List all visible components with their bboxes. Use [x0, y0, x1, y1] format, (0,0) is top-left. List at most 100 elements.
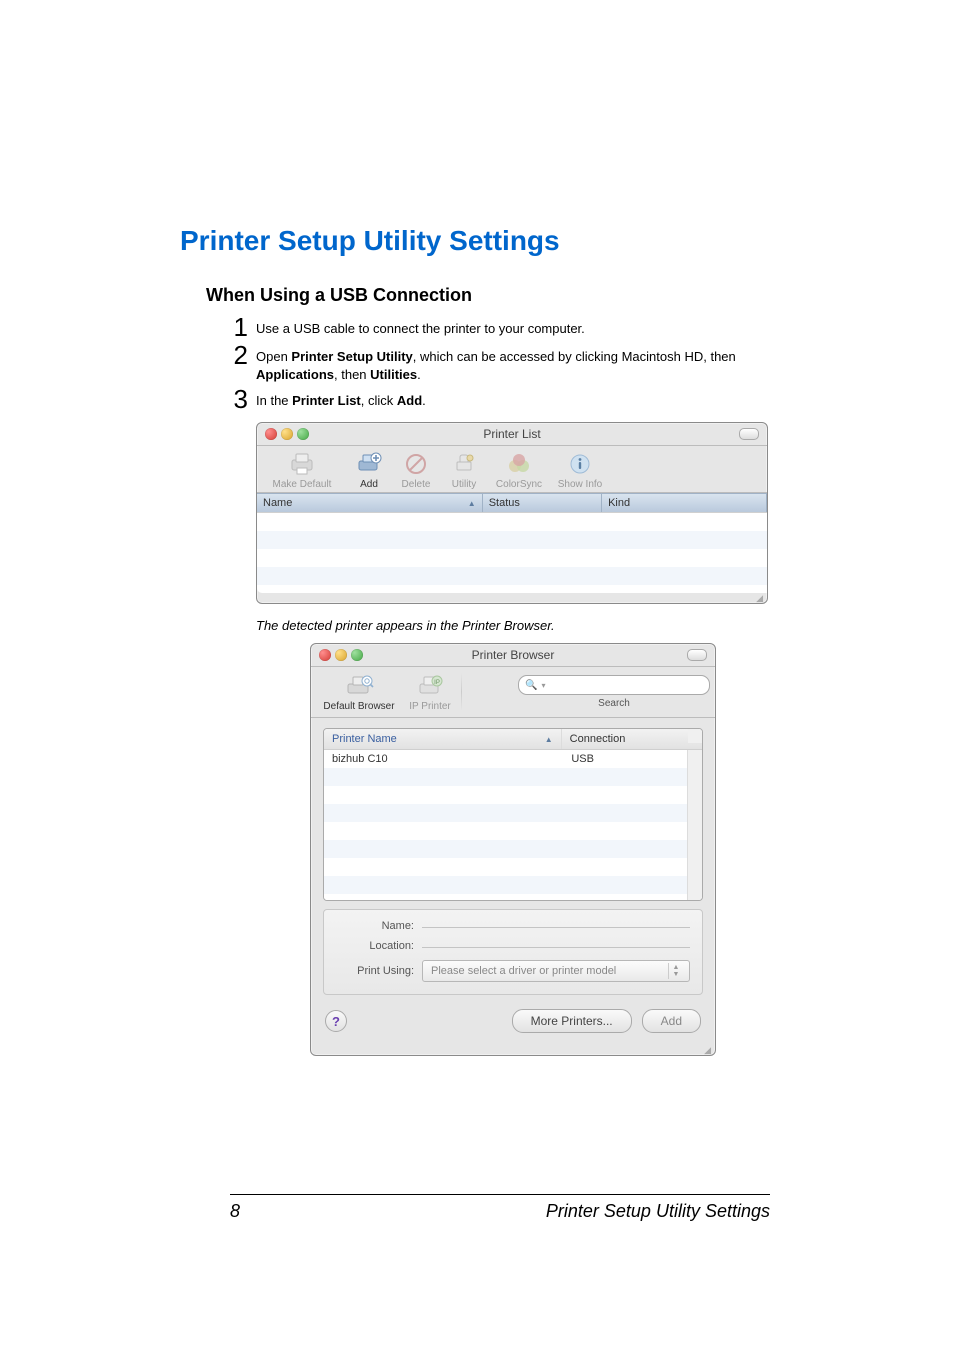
- toolbar-label: Show Info: [558, 479, 602, 490]
- resize-grip-icon[interactable]: ◢: [257, 593, 767, 603]
- toolbar-label: Utility: [452, 479, 476, 490]
- print-using-select[interactable]: Please select a driver or printer model …: [422, 960, 690, 982]
- name-label: Name:: [336, 920, 414, 932]
- toolbar-toggle-icon[interactable]: [739, 428, 759, 440]
- toolbar-label: IP Printer: [409, 701, 451, 712]
- printer-list-window: Printer List Make Default: [256, 422, 768, 604]
- column-name[interactable]: Name ▲: [257, 494, 483, 512]
- step-text: Use a USB cable to connect the printer t…: [256, 314, 585, 338]
- button-label: Add: [661, 1014, 682, 1028]
- add-button[interactable]: Add: [346, 450, 392, 490]
- text: .: [422, 393, 426, 408]
- minimize-icon[interactable]: [335, 649, 347, 661]
- printer-icon: [286, 450, 318, 478]
- default-browser-icon: [343, 672, 375, 700]
- toolbar-toggle-icon[interactable]: [687, 649, 707, 661]
- step-text: In the Printer List, click Add.: [256, 386, 426, 410]
- help-glyph: ?: [332, 1014, 340, 1029]
- printer-form: Name: Location: Print Using: Please sele…: [323, 909, 703, 995]
- printer-browser-window: Printer Browser Default Browser IP: [310, 643, 716, 1056]
- text-bold: Printer Setup Utility: [291, 349, 412, 364]
- colorsync-icon: [503, 450, 535, 478]
- text-bold: Add: [397, 393, 422, 408]
- toolbar: Make Default Add Delete: [257, 446, 767, 493]
- page-heading: Printer Setup Utility Settings: [180, 225, 775, 257]
- ip-printer-tab[interactable]: IP IP Printer: [401, 672, 459, 712]
- search-label: Search: [598, 698, 630, 709]
- close-icon[interactable]: [319, 649, 331, 661]
- note-text: The detected printer appears in the Prin…: [256, 618, 775, 633]
- close-icon[interactable]: [265, 428, 277, 440]
- default-browser-tab[interactable]: Default Browser: [317, 672, 401, 712]
- utility-icon: [448, 450, 480, 478]
- add-button[interactable]: Add: [642, 1009, 701, 1033]
- add-printer-icon: [353, 450, 385, 478]
- more-printers-button[interactable]: More Printers...: [512, 1009, 632, 1033]
- delete-button[interactable]: Delete: [392, 450, 440, 490]
- text-bold: Applications: [256, 367, 334, 382]
- text: , which can be accessed by clicking Maci…: [413, 349, 736, 364]
- zoom-icon[interactable]: [297, 428, 309, 440]
- print-using-label: Print Using:: [336, 965, 414, 977]
- column-label: Printer Name: [332, 733, 397, 745]
- window-titlebar: Printer Browser: [311, 644, 715, 667]
- sort-indicator-icon: ▲: [468, 499, 476, 508]
- resize-grip-icon[interactable]: ◢: [311, 1045, 715, 1055]
- list-item[interactable]: bizhub C10 USB: [324, 750, 687, 768]
- window-titlebar: Printer List: [257, 423, 767, 446]
- scrollbar[interactable]: [687, 750, 702, 900]
- delete-icon: [400, 450, 432, 478]
- toolbar-label: Delete: [402, 479, 431, 490]
- zoom-icon[interactable]: [351, 649, 363, 661]
- show-info-button[interactable]: Show Info: [550, 450, 610, 490]
- help-button[interactable]: ?: [325, 1010, 347, 1032]
- text: , click: [361, 393, 397, 408]
- window-title: Printer Browser: [311, 648, 715, 662]
- location-label: Location:: [336, 940, 414, 952]
- column-printer-name[interactable]: Printer Name ▲: [324, 729, 562, 749]
- footer-title: Printer Setup Utility Settings: [546, 1201, 770, 1222]
- text: Open: [256, 349, 291, 364]
- step-text: Open Printer Setup Utility, which can be…: [256, 342, 756, 384]
- svg-text:IP: IP: [434, 680, 440, 686]
- browser-rows: bizhub C10 USB: [324, 750, 687, 900]
- step-number: 3: [226, 386, 248, 412]
- row-connection: USB: [563, 753, 687, 765]
- make-default-button[interactable]: Make Default: [263, 450, 341, 490]
- toolbar-label: Default Browser: [323, 701, 394, 712]
- column-kind[interactable]: Kind: [602, 494, 767, 512]
- sort-indicator-icon: ▲: [545, 735, 553, 744]
- page-number: 8: [230, 1201, 240, 1222]
- column-status[interactable]: Status: [483, 494, 602, 512]
- list-header: Name ▲ Status Kind: [257, 493, 767, 512]
- info-icon: [564, 450, 596, 478]
- window-title: Printer List: [257, 427, 767, 441]
- location-field[interactable]: [422, 945, 690, 948]
- row-printer-name: bizhub C10: [324, 753, 563, 765]
- text: In the: [256, 393, 292, 408]
- dialog-actions: ? More Printers... Add: [311, 999, 715, 1045]
- page-footer: 8 Printer Setup Utility Settings: [230, 1194, 770, 1222]
- column-label: Name: [263, 497, 292, 509]
- colorsync-button[interactable]: ColorSync: [488, 450, 550, 490]
- step-2: 2 Open Printer Setup Utility, which can …: [226, 342, 775, 384]
- button-label: More Printers...: [531, 1014, 613, 1028]
- search-arrow-icon: ▾: [541, 681, 545, 690]
- select-value: Please select a driver or printer model: [431, 965, 616, 977]
- name-field[interactable]: [422, 925, 690, 928]
- column-connection[interactable]: Connection: [562, 729, 688, 749]
- text-bold: Utilities: [370, 367, 417, 382]
- step-number: 1: [226, 314, 248, 340]
- minimize-icon[interactable]: [281, 428, 293, 440]
- step-number: 2: [226, 342, 248, 368]
- browser-list-header: Printer Name ▲ Connection: [324, 729, 702, 750]
- text: .: [417, 367, 421, 382]
- scrollbar-header: [688, 729, 702, 743]
- search-input[interactable]: 🔍 ▾: [518, 675, 710, 695]
- text: , then: [334, 367, 370, 382]
- search-icon: 🔍: [525, 680, 537, 691]
- utility-button[interactable]: Utility: [440, 450, 488, 490]
- browser-list: Printer Name ▲ Connection bizhub C10 USB: [323, 728, 703, 901]
- step-3: 3 In the Printer List, click Add.: [226, 386, 775, 412]
- toolbar-label: ColorSync: [496, 479, 542, 490]
